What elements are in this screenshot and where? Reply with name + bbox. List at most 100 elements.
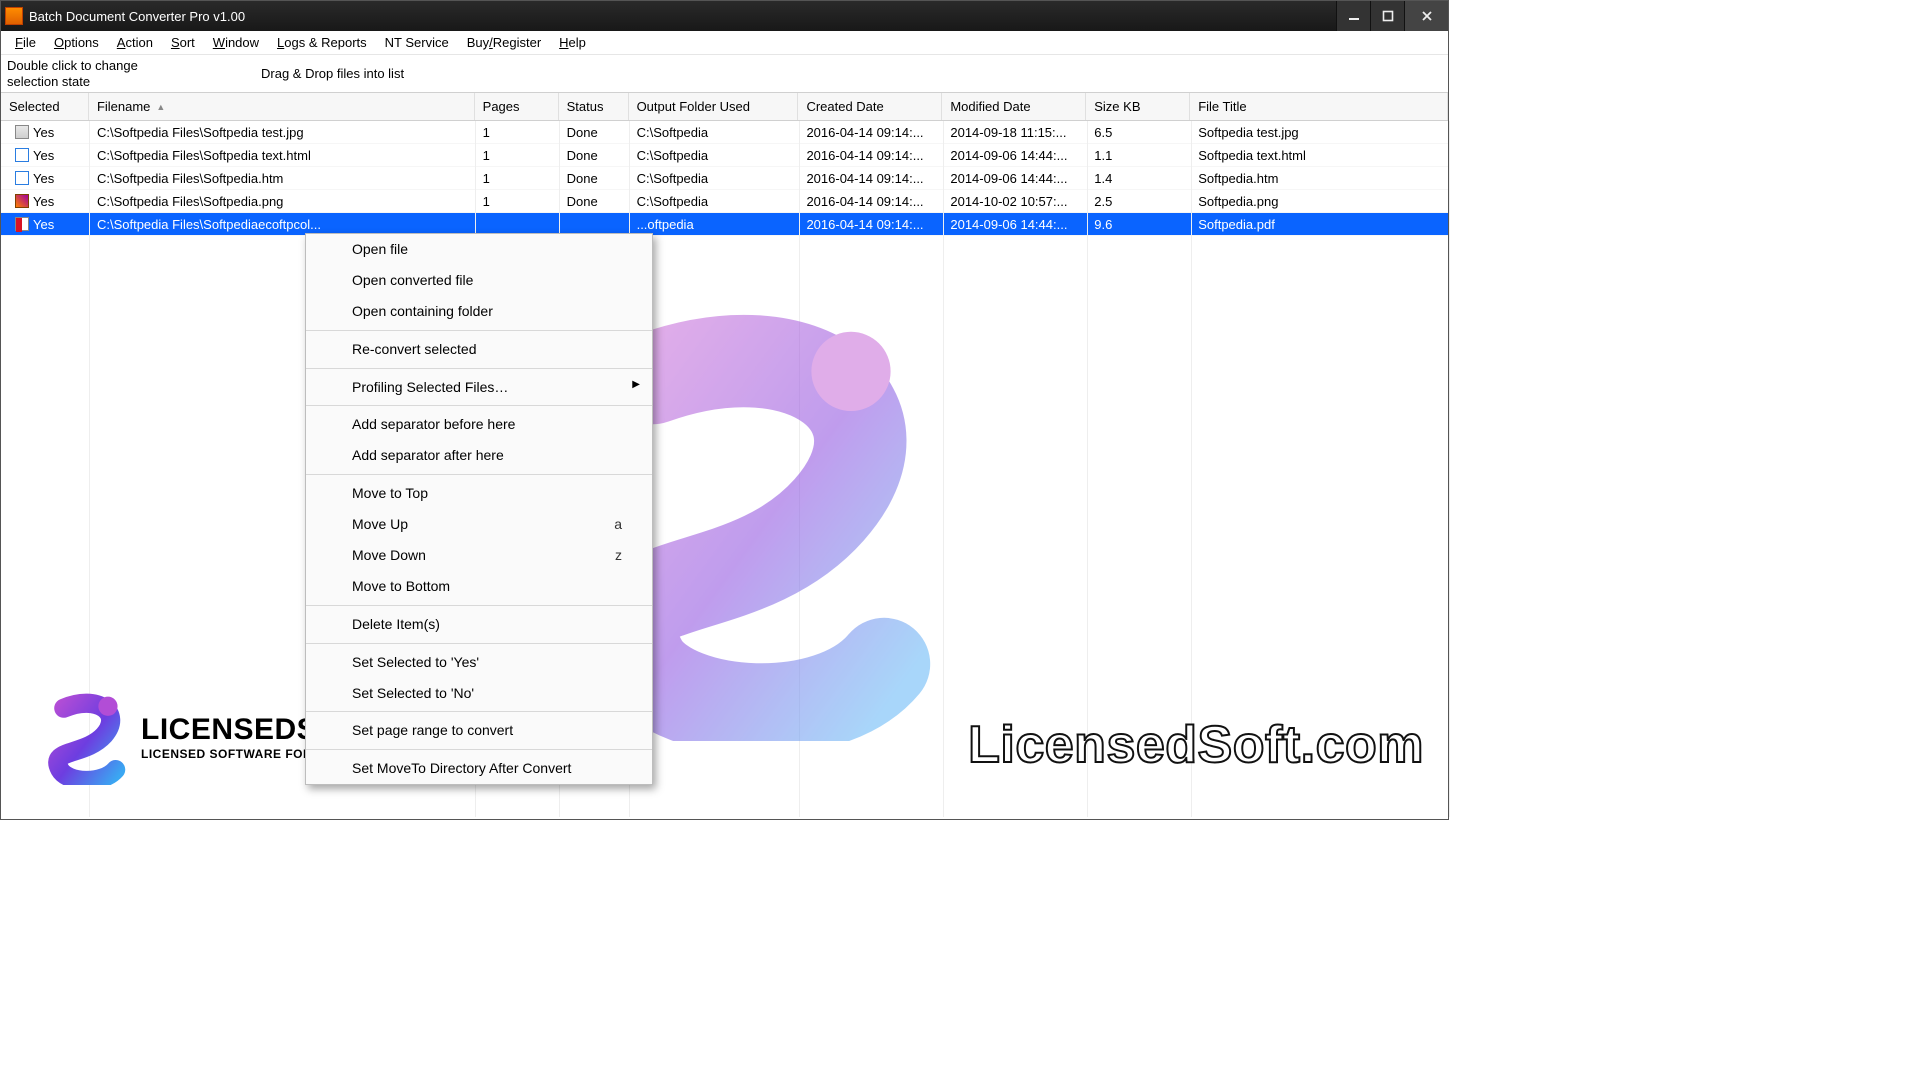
cell-size-kb: 1.4 — [1086, 169, 1190, 188]
titlebar: Batch Document Converter Pro v1.00 — [1, 1, 1448, 31]
cell-modified-date: 2014-09-06 14:44:... — [942, 146, 1086, 165]
hint-dragdrop: Drag & Drop files into list — [261, 66, 1448, 81]
window-title: Batch Document Converter Pro v1.00 — [29, 9, 1336, 24]
ctx-open-containing-folder[interactable]: Open containing folder — [306, 296, 652, 327]
maximize-icon — [1382, 10, 1394, 22]
cell-output-folder-used: C:\Softpedia — [629, 146, 799, 165]
ctx-set-selected-to-yes[interactable]: Set Selected to 'Yes' — [306, 647, 652, 678]
cell-file-title: Softpedia text.html — [1190, 146, 1448, 165]
ctx-add-separator-after-here[interactable]: Add separator after here — [306, 440, 652, 471]
cell-status: Done — [559, 146, 629, 165]
cell-output-folder-used: C:\Softpedia — [629, 123, 799, 142]
context-menu-separator — [306, 643, 652, 644]
table-row[interactable]: Yes C:\Softpedia Files\Softpedia test.jpg… — [1, 121, 1448, 144]
file-type-icon — [15, 194, 29, 208]
minimize-button[interactable] — [1336, 1, 1370, 31]
context-menu-separator — [306, 405, 652, 406]
submenu-arrow-icon: ▶ — [632, 378, 640, 392]
cell-filename: C:\Softpedia Files\Softpedia test.jpg — [89, 123, 475, 142]
ctx-add-separator-before-here[interactable]: Add separator before here — [306, 409, 652, 440]
cell-output-folder-used: C:\Softpedia — [629, 169, 799, 188]
window-buttons — [1336, 1, 1448, 31]
cell-filename: C:\Softpedia Files\Softpedia.htm — [89, 169, 475, 188]
table-row[interactable]: YesC:\Softpedia Files\Softpedia.htm1Done… — [1, 167, 1448, 190]
ctx-move-to-top[interactable]: Move to Top — [306, 478, 652, 509]
cell-modified-date: 2014-10-02 10:57:... — [942, 192, 1086, 211]
column-header-selected[interactable]: Selected — [1, 93, 89, 120]
context-menu-separator — [306, 711, 652, 712]
cell-selected: Yes — [1, 169, 89, 188]
column-header-size-kb[interactable]: Size KB — [1086, 93, 1190, 120]
cell-pages: 1 — [475, 146, 559, 165]
ctx-open-file[interactable]: Open file — [306, 234, 652, 265]
close-button[interactable] — [1404, 1, 1448, 31]
app-window: Batch Document Converter Pro v1.00 FileO… — [0, 0, 1449, 820]
cell-selected: Yes — [1, 146, 89, 165]
table-row[interactable]: YesC:\Softpedia Files\Softpediaecoftpcol… — [1, 213, 1448, 236]
cell-selected: Yes — [1, 123, 89, 142]
menu-file[interactable]: File — [7, 33, 44, 52]
context-menu: Open fileOpen converted fileOpen contain… — [305, 233, 653, 785]
menu-nt-service[interactable]: NT Service — [377, 33, 457, 52]
app-icon — [5, 7, 23, 25]
hint-line1: Double click to change — [7, 58, 255, 74]
table-row[interactable]: Yes C:\Softpedia Files\Softpedia.png1Done… — [1, 190, 1448, 213]
ctx-re-convert-selected[interactable]: Re-convert selected — [306, 334, 652, 365]
s-logo-icon — [35, 689, 131, 785]
file-type-icon — [15, 217, 29, 231]
cell-created-date: 2016-04-14 09:14:... — [798, 169, 942, 188]
cell-status: Done — [559, 192, 629, 211]
ctx-profiling-selected-files[interactable]: Profiling Selected Files…▶ — [306, 372, 652, 403]
ctx-set-selected-to-no[interactable]: Set Selected to 'No' — [306, 678, 652, 709]
menu-sort[interactable]: Sort — [163, 33, 203, 52]
cell-size-kb: 2.5 — [1086, 192, 1190, 211]
cell-filename: C:\Softpedia Files\Softpedia.png — [89, 192, 475, 211]
cell-output-folder-used: ...oftpedia — [629, 215, 799, 234]
ctx-set-moveto-directory-after-convert[interactable]: Set MoveTo Directory After Convert — [306, 753, 652, 784]
ctx-delete-item-s[interactable]: Delete Item(s) — [306, 609, 652, 640]
cell-modified-date: 2014-09-06 14:44:... — [942, 215, 1086, 234]
menu-window[interactable]: Window — [205, 33, 267, 52]
selected-value: Yes — [33, 194, 54, 209]
maximize-button[interactable] — [1370, 1, 1404, 31]
ctx-open-converted-file[interactable]: Open converted file — [306, 265, 652, 296]
cell-selected: Yes — [1, 192, 89, 211]
menubar: FileOptionsActionSortWindowLogs & Report… — [1, 31, 1448, 55]
column-header-pages[interactable]: Pages — [475, 93, 559, 120]
column-header-modified-date[interactable]: Modified Date — [942, 93, 1086, 120]
hint-line2: selection state — [7, 74, 255, 90]
ctx-move-to-bottom[interactable]: Move to Bottom — [306, 571, 652, 602]
menu-options[interactable]: Options — [46, 33, 107, 52]
ctx-set-page-range-to-convert[interactable]: Set page range to convert — [306, 715, 652, 746]
selected-value: Yes — [33, 125, 54, 140]
column-header-created-date[interactable]: Created Date — [798, 93, 942, 120]
cell-pages: 1 — [475, 169, 559, 188]
menu-help[interactable]: Help — [551, 33, 594, 52]
cell-modified-date: 2014-09-18 11:15:... — [942, 123, 1086, 142]
cell-pages — [475, 222, 559, 226]
cell-status: Done — [559, 169, 629, 188]
table-row[interactable]: YesC:\Softpedia Files\Softpedia text.htm… — [1, 144, 1448, 167]
column-header-file-title[interactable]: File Title — [1190, 93, 1448, 120]
file-type-icon — [15, 125, 29, 139]
selected-value: Yes — [33, 148, 54, 163]
cell-file-title: Softpedia test.jpg — [1190, 123, 1448, 142]
cell-pages: 1 — [475, 192, 559, 211]
cell-output-folder-used: C:\Softpedia — [629, 192, 799, 211]
ctx-move-down[interactable]: Move Downz — [306, 540, 652, 571]
ctx-move-up[interactable]: Move Upa — [306, 509, 652, 540]
hint-dblclick: Double click to change selection state — [1, 56, 261, 91]
cell-pages: 1 — [475, 123, 559, 142]
shortcut-label: z — [615, 546, 622, 565]
column-header-filename[interactable]: Filename▲ — [89, 93, 475, 120]
close-icon — [1421, 10, 1433, 22]
menu-logs-reports[interactable]: Logs & Reports — [269, 33, 375, 52]
cell-selected: Yes — [1, 215, 89, 234]
context-menu-separator — [306, 605, 652, 606]
column-header-output-folder-used[interactable]: Output Folder Used — [629, 93, 799, 120]
cell-size-kb: 9.6 — [1086, 215, 1190, 234]
context-menu-separator — [306, 368, 652, 369]
menu-action[interactable]: Action — [109, 33, 161, 52]
menu-buy-register[interactable]: Buy/Register — [459, 33, 549, 52]
column-header-status[interactable]: Status — [559, 93, 629, 120]
